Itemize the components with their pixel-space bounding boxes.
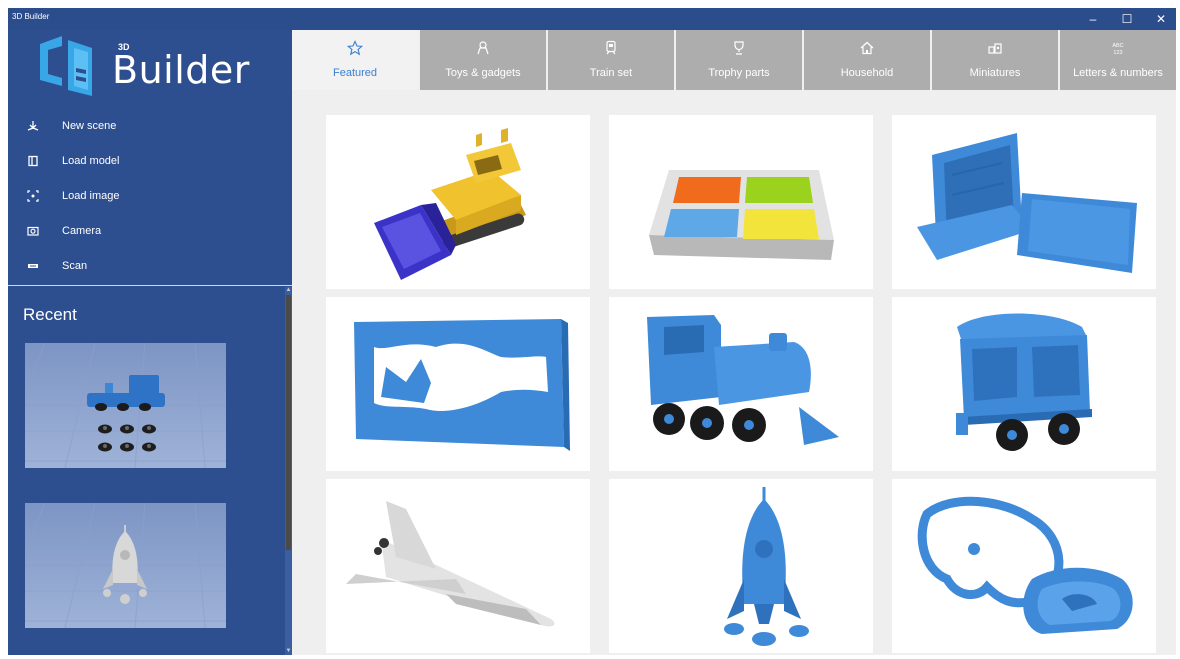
model-card-locomotive[interactable]: [609, 297, 873, 471]
tab-label: Featured: [332, 67, 378, 79]
menu-item-load-model[interactable]: Load model: [8, 147, 292, 175]
rocket-thumbnail: [25, 503, 226, 628]
app-logo: 3D Builder: [36, 34, 249, 100]
title-bar: 3D Builder – ☐ ✕: [8, 8, 1176, 30]
model-card-shuttle[interactable]: [326, 479, 590, 653]
tab-train-set[interactable]: Train set: [548, 30, 676, 90]
close-button[interactable]: ✕: [1146, 8, 1176, 30]
recent-item-rocket[interactable]: [25, 503, 226, 628]
model-card-train-car[interactable]: [892, 297, 1156, 471]
window-title: 3D Builder: [12, 12, 50, 21]
tab-household[interactable]: Household: [804, 30, 932, 90]
maximize-icon: ☐: [1121, 12, 1133, 26]
recent-panel: Recent ▲ ▼: [8, 287, 292, 655]
minimize-icon: –: [1089, 12, 1097, 26]
case-icon: [917, 133, 1137, 273]
load-image-icon: [27, 190, 39, 202]
menu-label: Load model: [62, 155, 120, 167]
close-icon: ✕: [1155, 12, 1167, 26]
sidebar-divider: [8, 285, 292, 286]
recent-item-train[interactable]: [25, 343, 226, 468]
menu-label: Load image: [62, 190, 120, 202]
trophy-icon: [734, 41, 744, 55]
locomotive-icon: [647, 315, 839, 445]
tab-label: Train set: [589, 67, 633, 79]
toys-icon: [477, 41, 489, 55]
cookie-cutter-icon: [917, 496, 1133, 634]
maximize-button[interactable]: ☐: [1112, 8, 1142, 30]
menu-item-camera[interactable]: Camera: [8, 217, 292, 245]
load-model-icon: [28, 155, 38, 167]
menu-item-load-image[interactable]: Load image: [8, 182, 292, 210]
model-card-case[interactable]: [892, 115, 1156, 289]
train-thumbnail: [25, 343, 226, 468]
shuttle-icon: [346, 501, 555, 627]
category-tabs: Featured Toys & gadgets Train set Trophy…: [292, 30, 1176, 90]
train-car-icon: [956, 313, 1092, 451]
model-card-bulldozer[interactable]: [326, 115, 590, 289]
rocket-icon: [724, 487, 809, 646]
model-card-tile-tray[interactable]: [609, 115, 873, 289]
sidebar: 3D Builder New scene Load model Load ima…: [8, 30, 292, 655]
menu-item-new-scene[interactable]: New scene: [8, 112, 292, 140]
logo-text: Builder: [112, 48, 250, 92]
miniatures-icon: [988, 43, 1002, 54]
star-icon: [347, 40, 363, 56]
model-grid: [326, 115, 1156, 655]
scroll-up-icon[interactable]: ▲: [285, 287, 292, 294]
model-card-bottle-frame[interactable]: [326, 297, 590, 471]
svg-text:ABC: ABC: [1112, 43, 1123, 49]
tab-label: Household: [840, 67, 894, 79]
menu-label: Scan: [62, 260, 88, 272]
abc-icon: ABC123: [1112, 43, 1123, 56]
tab-label: Miniatures: [969, 67, 1021, 79]
tab-label: Letters & numbers: [1073, 67, 1163, 79]
menu-item-scan[interactable]: Scan: [8, 252, 292, 280]
tab-label: Trophy parts: [708, 67, 770, 79]
camera-icon: [27, 226, 39, 236]
bottle-frame-icon: [354, 319, 570, 451]
scan-icon: [28, 264, 38, 268]
scroll-down-icon[interactable]: ▼: [285, 648, 292, 655]
tile-tray-icon: [649, 170, 834, 260]
bulldozer-icon: [374, 128, 526, 280]
minimize-button[interactable]: –: [1078, 8, 1108, 30]
menu-label: Camera: [62, 225, 102, 237]
tab-toys-gadgets[interactable]: Toys & gadgets: [420, 30, 548, 90]
main-content: Featured Toys & gadgets Train set Trophy…: [292, 30, 1176, 655]
tab-letters-numbers[interactable]: ABC 123 Letters & numbers: [1060, 30, 1176, 90]
model-card-cookie-cutter[interactable]: [892, 479, 1156, 653]
scroll-thumb[interactable]: [286, 295, 291, 550]
recent-scrollbar[interactable]: ▲ ▼: [285, 287, 292, 655]
recent-title: Recent: [23, 305, 77, 324]
model-card-rocket[interactable]: [609, 479, 873, 653]
new-scene-icon: [27, 121, 39, 131]
menu-label: New scene: [62, 120, 117, 132]
svg-text:123: 123: [1113, 50, 1122, 56]
tab-miniatures[interactable]: Miniatures: [932, 30, 1060, 90]
train-icon: [606, 40, 616, 55]
house-icon: [860, 41, 874, 55]
tab-featured[interactable]: Featured: [292, 30, 420, 90]
tab-trophy-parts[interactable]: Trophy parts: [676, 30, 804, 90]
tab-label: Toys & gadgets: [445, 67, 521, 79]
logo-mark-icon: [40, 36, 92, 96]
